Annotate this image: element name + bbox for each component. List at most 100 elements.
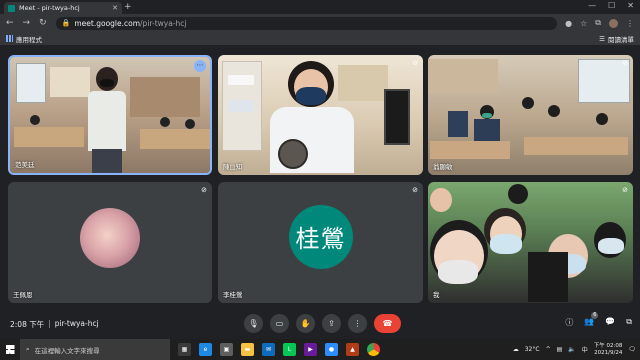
url-input[interactable]: 🔒 meet.google.com/pir-twya-hcj — [55, 16, 558, 30]
activities-icon[interactable]: ⧉ — [626, 317, 632, 328]
taskbar-clock[interactable]: 下午 02:08 2021/9/24 — [594, 343, 623, 357]
mic-muted-icon: ⊘ — [201, 186, 207, 194]
windows-logo-icon — [5, 345, 15, 354]
url-host: meet.google.com — [74, 18, 141, 28]
microphone-button[interactable]: 🎙 — [244, 314, 263, 333]
camera-button[interactable]: ▭ — [270, 314, 289, 333]
reading-list-icon: ☰ — [599, 34, 605, 43]
video-feed — [428, 182, 633, 303]
meet-toolbar: 2:08 下午 | pir-twya-hcj 🎙 ▭ ✋ ⇪ ⋮ ☎ ⓘ 👥 6 … — [0, 310, 640, 339]
reload-icon[interactable]: ↻ — [39, 18, 47, 28]
windows-taskbar: ⌕ 在這裡輸入文字來搜尋 ▦ e ▣ ▬ ✉ L ▶ ● ▲ ☁ 32°C ^ … — [0, 339, 640, 360]
clock-time: 下午 02:08 — [593, 342, 623, 349]
participant-tile[interactable]: ⊘ 翁顯敏 — [428, 55, 633, 175]
more-options-button[interactable]: ⋮ — [348, 314, 367, 333]
bookmark-star-icon[interactable]: ☆ — [580, 19, 587, 28]
notifications-icon[interactable]: 🗨 — [628, 346, 636, 353]
browser-tabbar: Meet - pir-twya-hcj ✕ + — ☐ ✕ — [0, 0, 640, 14]
line-app-icon[interactable]: L — [283, 343, 296, 356]
chrome-icon[interactable] — [367, 343, 380, 356]
participant-tile[interactable]: ⊘ 王佩恩 — [8, 182, 212, 303]
mic-muted-icon: ⊘ — [622, 59, 628, 67]
extensions-icon[interactable]: ⧉ — [595, 18, 601, 28]
close-window-icon[interactable]: ✕ — [627, 1, 634, 10]
mic-muted-icon: ⊘ — [412, 186, 418, 194]
file-explorer-icon[interactable]: ▬ — [241, 343, 254, 356]
browser-tab-meet[interactable]: Meet - pir-twya-hcj ✕ — [4, 2, 122, 14]
people-count-badge: 6 — [591, 312, 599, 319]
mail-icon[interactable]: ✉ — [262, 343, 275, 356]
photos-icon[interactable]: ▲ — [346, 343, 359, 356]
meet-favicon-icon — [8, 4, 15, 12]
system-tray: ☁ 32°C ^ ▤ 🔈 中 下午 02:08 2021/9/24 🗨 — [513, 343, 640, 357]
weather-icon[interactable]: ☁ — [513, 346, 519, 353]
participant-name: 李桂鶯 — [223, 291, 243, 299]
meeting-code: pir-twya-hcj — [54, 319, 99, 328]
tray-overflow-icon[interactable]: ^ — [546, 346, 551, 353]
task-view-icon[interactable]: ▦ — [178, 343, 191, 356]
back-icon[interactable]: ← — [6, 18, 14, 28]
hand-icon: ✋ — [300, 319, 311, 328]
network-icon[interactable]: ▤ — [557, 346, 563, 353]
camera-indicator-icon[interactable]: ● — [565, 19, 572, 28]
video-feed — [10, 57, 210, 173]
present-icon: ⇪ — [328, 319, 335, 328]
video-feed — [218, 55, 423, 175]
meeting-info: 2:08 下午 | pir-twya-hcj — [10, 319, 99, 330]
tile-options-icon[interactable]: ⋯ — [194, 60, 206, 72]
people-button[interactable]: 👥 6 — [584, 312, 599, 328]
reading-list-button[interactable]: ☰ 閱讀清單 — [599, 34, 634, 44]
ime-indicator[interactable]: 中 — [582, 345, 588, 354]
mic-muted-icon: ⊘ — [622, 186, 628, 194]
participant-name: 范美廷 — [15, 161, 35, 169]
browser-menu-icon[interactable]: ⋮ — [626, 19, 634, 28]
meeting-details-icon[interactable]: ⓘ — [565, 317, 573, 328]
self-view-tile[interactable]: ⊘ 我 — [428, 182, 633, 303]
store-icon[interactable]: ▣ — [220, 343, 233, 356]
new-tab-button[interactable]: + — [124, 2, 132, 12]
participant-tile[interactable]: ⊘ 陳□知 — [218, 55, 423, 175]
address-bar-row: ← → ↻ 🔒 meet.google.com/pir-twya-hcj ● ☆… — [0, 14, 640, 32]
url-path: /pir-twya-hcj — [140, 18, 187, 28]
tab-close-icon[interactable]: ✕ — [112, 4, 118, 12]
leave-call-button[interactable]: ☎ — [374, 314, 401, 333]
volume-icon[interactable]: 🔈 — [568, 346, 575, 353]
meet-video-grid: ⋯ 范美廷 ⊘ 陳□知 ⊘ 翁顯敏 ⊘ 王佩恩 桂鶯 ⊘ 李桂鶯 ⊘ 我 — [0, 47, 640, 310]
zoom-icon[interactable]: ● — [325, 343, 338, 356]
participant-tile[interactable]: 桂鶯 ⊘ 李桂鶯 — [218, 182, 423, 303]
profile-avatar[interactable] — [609, 18, 618, 28]
window-controls: — ☐ ✕ — [588, 1, 634, 10]
reading-list-label: 閱讀清單 — [608, 35, 634, 44]
participant-tile[interactable]: ⋯ 范美廷 — [8, 55, 212, 175]
start-button[interactable] — [0, 339, 20, 360]
apps-label: 應用程式 — [16, 35, 42, 44]
chat-icon[interactable]: 💬 — [605, 317, 615, 328]
phone-hangup-icon: ☎ — [382, 319, 393, 328]
temperature[interactable]: 32°C — [525, 346, 540, 353]
participant-name: 陳□知 — [223, 163, 243, 171]
raise-hand-button[interactable]: ✋ — [296, 314, 315, 333]
maximize-icon[interactable]: ☐ — [608, 1, 615, 10]
camera-icon: ▭ — [275, 319, 284, 328]
lock-icon[interactable]: 🔒 — [62, 19, 71, 27]
microphone-icon: 🎙 — [248, 319, 259, 328]
participant-name: 翁顯敏 — [433, 163, 453, 171]
tab-title: Meet - pir-twya-hcj — [19, 4, 80, 12]
edge-icon[interactable]: e — [199, 343, 212, 356]
avatar: 桂鶯 — [288, 204, 353, 269]
apps-grid-icon — [6, 35, 13, 42]
meeting-time: 2:08 下午 — [10, 320, 45, 329]
participant-name: 王佩恩 — [13, 291, 33, 299]
call-controls: 🎙 ▭ ✋ ⇪ ⋮ ☎ — [244, 314, 401, 333]
search-placeholder: 在這裡輸入文字來搜尋 — [34, 346, 100, 355]
apps-shortcut[interactable]: 應用程式 — [6, 34, 42, 44]
app-icon[interactable]: ▶ — [304, 343, 317, 356]
forward-icon[interactable]: → — [23, 18, 31, 28]
mic-muted-icon: ⊘ — [412, 59, 418, 67]
clock-date: 2021/9/24 — [594, 349, 623, 356]
present-button[interactable]: ⇪ — [322, 314, 341, 333]
participant-name: 我 — [433, 291, 440, 299]
minimize-icon[interactable]: — — [588, 1, 596, 10]
avatar — [80, 207, 140, 268]
taskbar-search-input[interactable]: ⌕ 在這裡輸入文字來搜尋 — [20, 339, 170, 360]
